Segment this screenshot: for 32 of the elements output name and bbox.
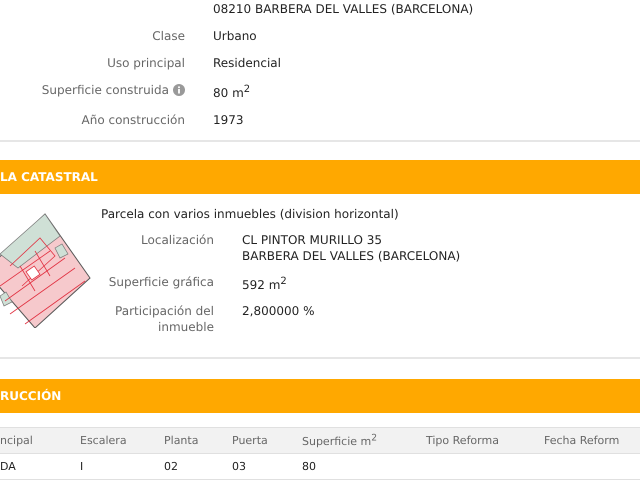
field-value: 1973 <box>213 113 244 127</box>
field-value: CL PINTOR MURILLO 35 <box>242 232 384 248</box>
field-value: BARBERA DEL VALLES (BARCELONA) <box>242 248 460 264</box>
field-value: 08210 BARBERA DEL VALLES (BARCELONA) <box>213 2 474 16</box>
column-header: ncipal <box>0 434 33 447</box>
table-cell: 03 <box>232 460 246 473</box>
field-value: Residencial <box>213 56 281 70</box>
section-title: LA CATASTRAL <box>0 170 98 184</box>
field-label: Clase <box>152 28 185 44</box>
column-header: Tipo Reforma <box>426 434 499 447</box>
table-cell: 02 <box>164 460 178 473</box>
table-cell: 80 <box>302 460 316 473</box>
field-label: Uso principal <box>107 55 185 71</box>
field-label: Localización <box>141 232 214 248</box>
parcel-description: Parcela con varios inmuebles (division horizontal) <box>101 206 400 222</box>
column-header: Puerta <box>232 434 268 447</box>
column-header: Planta <box>164 434 198 447</box>
table-cell: I <box>80 460 84 473</box>
field-value: 2,800000 % <box>242 302 314 319</box>
field-value: 592 m$^{2}$ <box>242 274 287 293</box>
info-icon[interactable] <box>173 84 185 96</box>
field-label: Superficie construida <box>42 82 169 98</box>
field-label: Superficie gráfica <box>108 274 214 290</box>
field-label: Año construcción <box>82 112 185 128</box>
section-title: RUCCIÓN <box>0 389 62 404</box>
field-value: 80 m$^{2}$ <box>213 86 250 100</box>
field-value: Urbano <box>213 29 257 43</box>
table-cell: DA <box>0 460 16 473</box>
column-header: Superficie m$^{2}$ <box>302 435 378 448</box>
column-header: Fecha Reform <box>544 434 620 447</box>
column-header: Escalera <box>80 434 127 447</box>
field-label: Participación del inmueble <box>114 302 214 335</box>
